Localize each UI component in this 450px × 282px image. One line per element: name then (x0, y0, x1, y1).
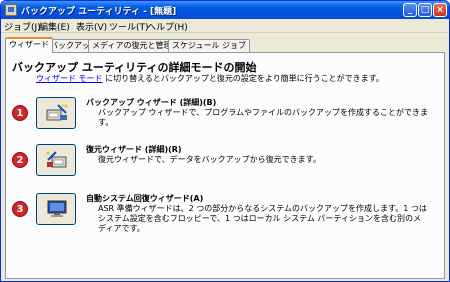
minimize-button[interactable]: _ (403, 3, 417, 17)
backup-wizard-title[interactable]: バックアップ ウィザード (詳細)(B) (86, 97, 216, 108)
menu-tools[interactable]: ツール(T) (109, 20, 149, 33)
menu-bar: ジョブ(J) 編集(E) 表示(V) ツール(T) ヘルプ(H) (1, 19, 449, 33)
tab-schedule-jobs[interactable]: スケジュール ジョブ (168, 39, 250, 52)
title-bar[interactable]: バックアップ ユーティリティ - [無題] _ □ × (1, 1, 449, 19)
menu-view[interactable]: 表示(V) (76, 20, 107, 33)
restore-wizard-title[interactable]: 復元ウィザード (詳細)(R) (86, 144, 182, 155)
asr-wizard-button[interactable] (36, 193, 76, 225)
menu-edit[interactable]: 編集(E) (39, 20, 70, 33)
backup-wizard-desc: バックアップ ウィザードで、プログラムやファイルのバックアップを作成することがで… (98, 108, 428, 127)
maximize-button[interactable]: □ (418, 3, 432, 17)
asr-wizard-icon (47, 200, 67, 217)
mode-description: ウィザード モード に切り替えるとバックアップと復元の設定をより簡単に行うことが… (36, 73, 384, 84)
backup-wizard-button[interactable] (36, 97, 76, 129)
mode-description-text: に切り替えるとバックアップと復元の設定をより簡単に行うことができます。 (102, 74, 384, 83)
close-button[interactable]: × (433, 3, 447, 17)
window-title: バックアップ ユーティリティ - [無題] (21, 7, 177, 17)
asr-wizard-desc: ASR 準備ウィザードは、2 つの部分からなるシステムのバックアップを作成します… (98, 204, 427, 233)
restore-wizard-desc: 復元ウィザードで、データをバックアップから復元できます。 (98, 155, 321, 164)
tab-wizard[interactable]: ウィザード (5, 37, 53, 53)
restore-wizard-button[interactable] (36, 144, 76, 176)
asr-wizard-title[interactable]: 自動システム回復ウィザード(A) (86, 193, 203, 204)
restore-wizard-icon (46, 151, 67, 168)
menu-help[interactable]: ヘルプ(H) (147, 20, 188, 33)
backup-app-icon (5, 4, 17, 16)
step-badge-2: 2 (12, 152, 28, 168)
app-window: バックアップ ユーティリティ - [無題] _ □ × ジョブ(J) 編集(E)… (0, 0, 450, 282)
tab-restore-manage[interactable]: メディアの復元と管理 (88, 39, 176, 52)
wizard-mode-link[interactable]: ウィザード モード (36, 74, 103, 83)
step-badge-3: 3 (12, 201, 28, 217)
menu-job[interactable]: ジョブ(J) (4, 20, 41, 33)
backup-wizard-icon (46, 104, 68, 121)
step-badge-1: 1 (12, 105, 28, 121)
wizard-panel: バックアップ ユーティリティの詳細モードの開始 ウィザード モード に切り替える… (5, 52, 445, 279)
